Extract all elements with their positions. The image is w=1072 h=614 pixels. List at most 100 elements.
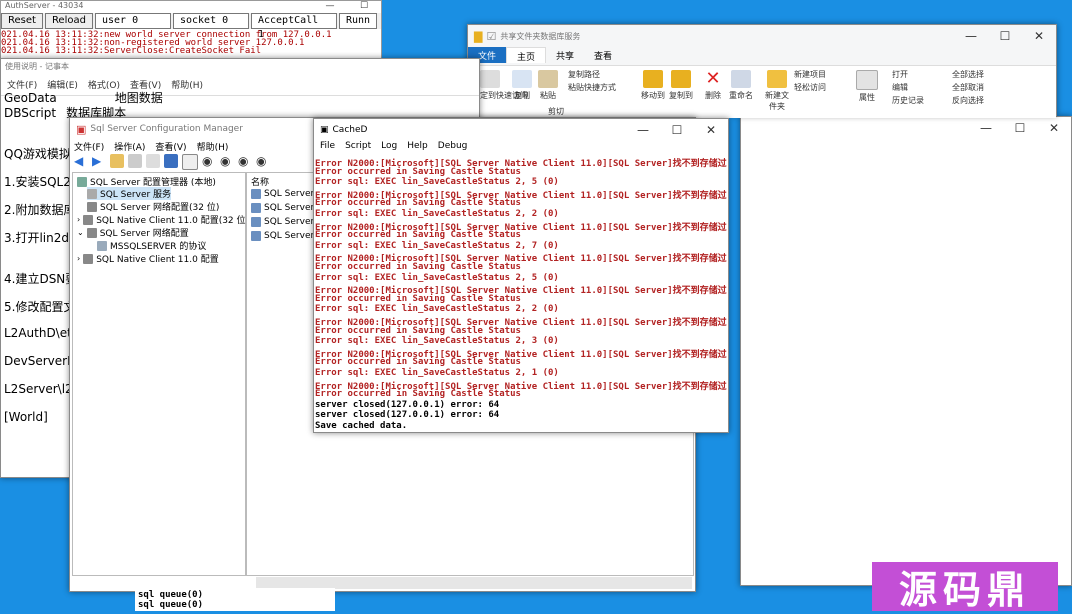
auth-log-line: 021.04.16 13:11:32:ServerClose:CreateSoc… <box>1 46 262 56</box>
tree-item-native-client-32[interactable]: › SQL Native Client 11.0 配置(32 位) <box>77 213 249 226</box>
pin-icon <box>480 70 500 88</box>
tree-item-network-config[interactable]: ⌄ SQL Server 网络配置 <box>77 226 189 239</box>
invert-selection-button[interactable]: 反向选择 <box>952 95 984 106</box>
run-status: Runn <box>338 13 378 29</box>
notepad-line: 2.附加数据库 <box>4 203 76 217</box>
easy-access-button[interactable]: 轻松访问 <box>794 82 826 93</box>
menu-help[interactable]: 帮助(H) <box>171 78 203 91</box>
help-icon[interactable] <box>164 154 178 168</box>
tree-item-native-client[interactable]: › SQL Native Client 11.0 配置 <box>77 252 219 265</box>
cached-window: ▣ CacheD — ☐ ✕ File Script Log Help Debu… <box>313 118 729 433</box>
log-line: Error sql: EXEC lin_SaveCastleStatus 2, … <box>315 272 559 283</box>
menu-help[interactable]: 帮助(H) <box>197 140 229 153</box>
new-folder-button[interactable]: 新建文件夹 <box>762 70 792 112</box>
tab-view[interactable]: 查看 <box>584 47 622 63</box>
menu-debug[interactable]: Debug <box>438 141 468 151</box>
console-line: sql queue(0) <box>138 590 204 600</box>
expand-icon[interactable]: › <box>77 215 80 224</box>
quick-access-icon[interactable]: ☑ <box>486 30 496 43</box>
auth-title: AuthServer - 43034 <box>5 1 84 10</box>
copy-button[interactable]: 复制 <box>510 70 534 101</box>
new-item-button[interactable]: 新建项目 <box>794 69 826 80</box>
services-icon <box>87 188 97 199</box>
log-line: Error sql: EXEC lin_SaveCastleStatus 2, … <box>315 368 559 378</box>
column-header-name[interactable]: 名称 <box>251 175 269 188</box>
bg-window-controls: — ☐ ✕ <box>969 117 1071 139</box>
close-icon[interactable]: ✕ <box>694 119 728 141</box>
history-button[interactable]: 历史记录 <box>892 95 924 106</box>
back-icon[interactable]: ◀ <box>74 154 88 168</box>
tree-item-sql-server-services[interactable]: SQL Server 服务 <box>87 187 172 200</box>
watermark-logo: 源码鼎 <box>872 562 1058 612</box>
log-line: server closed(127.0.0.1) error: 64 <box>315 410 500 421</box>
open-button[interactable]: 打开 <box>892 69 908 80</box>
network-icon <box>86 227 97 238</box>
menu-view[interactable]: 查看(V) <box>155 140 186 153</box>
export-icon[interactable] <box>146 154 160 168</box>
reload-button[interactable]: Reload <box>44 13 93 29</box>
notepad-title: 使用说明 - 记事本 <box>5 62 69 71</box>
close-icon[interactable]: ✕ <box>1037 117 1071 139</box>
service-icon <box>251 203 261 213</box>
chevron-down-icon[interactable]: ⌄ <box>77 228 84 237</box>
select-none-button[interactable]: 全部取消 <box>952 82 984 93</box>
minimize-icon[interactable]: — <box>969 117 1003 139</box>
sqlcm-title: Sql Server Configuration Manager <box>90 124 243 134</box>
rename-button[interactable]: 重命名 <box>726 70 756 101</box>
pause-service-icon[interactable]: ◉ <box>220 154 234 168</box>
paste-button[interactable]: 粘贴 <box>536 70 560 101</box>
edit-button[interactable]: 编辑 <box>892 82 908 93</box>
log-line: Error occurred in Saving Castle Status <box>315 230 521 241</box>
menu-log[interactable]: Log <box>381 141 397 151</box>
forward-icon[interactable]: ▶ <box>92 154 106 168</box>
maximize-icon[interactable]: ☐ <box>660 119 694 141</box>
menu-action[interactable]: 操作(A) <box>114 140 145 153</box>
paste-shortcut-button[interactable]: 粘贴快捷方式 <box>568 82 616 93</box>
maximize-icon[interactable]: ☐ <box>988 25 1022 47</box>
user-count: user 0 <box>94 13 171 29</box>
maximize-icon[interactable]: ☐ <box>347 1 381 11</box>
copy-to-icon <box>671 70 691 88</box>
properties-icon[interactable] <box>182 154 198 170</box>
log-line: Error sql: EXEC lin_SaveCastleStatus 2, … <box>315 336 559 347</box>
up-folder-icon[interactable] <box>110 154 124 168</box>
menu-help[interactable]: Help <box>407 141 428 151</box>
tree-item-network-config-32[interactable]: SQL Server 网络配置(32 位) <box>87 200 219 213</box>
menu-script[interactable]: Script <box>345 141 371 151</box>
client-icon <box>83 214 94 225</box>
minimize-icon[interactable]: — <box>313 1 347 11</box>
service-icon <box>251 189 261 199</box>
delete-button[interactable]: ✕ 删除 <box>702 70 724 101</box>
maximize-icon[interactable]: ☐ <box>1003 117 1037 139</box>
tree-item-mssqlserver-protocols[interactable]: MSSQLSERVER 的协议 <box>97 239 206 252</box>
new-folder-icon <box>767 70 787 88</box>
app-icon: ▣ <box>320 125 329 135</box>
copy-path-button[interactable]: 复制路径 <box>568 69 600 80</box>
service-icon <box>251 231 261 241</box>
stop-service-icon[interactable]: ◉ <box>238 154 252 168</box>
menu-file[interactable]: 文件(F) <box>74 140 104 153</box>
close-icon[interactable]: ✕ <box>1022 25 1056 47</box>
copy-to-button[interactable]: 复制到 <box>668 70 694 101</box>
start-service-icon[interactable]: ◉ <box>202 154 216 168</box>
minimize-icon[interactable]: — <box>954 25 988 47</box>
sqlcm-tree: SQL Server 配置管理器 (本地) SQL Server 服务 SQL … <box>72 172 249 576</box>
move-to-button[interactable]: 移动到 <box>640 70 666 101</box>
properties-icon <box>856 70 878 90</box>
tab-share[interactable]: 共享 <box>546 47 584 63</box>
show-tree-icon[interactable] <box>128 154 142 168</box>
accept-call: AcceptCall 1 <box>250 13 337 40</box>
log-line: server closed(127.0.0.1) error: 64 <box>315 399 500 410</box>
cached-log-area[interactable]: Error N2000:[Microsoft][SQL Server Nativ… <box>314 155 728 432</box>
select-all-button[interactable]: 全部选择 <box>952 69 984 80</box>
reset-button[interactable]: Reset <box>1 13 43 29</box>
menu-file[interactable]: File <box>320 141 335 151</box>
expand-icon[interactable]: › <box>77 254 80 263</box>
sqlcm-toolbar: ◀ ▶ ◉ ◉ ◉ ◉ <box>74 154 270 170</box>
folder-icon: ▇ <box>474 29 483 43</box>
tab-home[interactable]: 主页 <box>506 47 547 63</box>
minimize-icon[interactable]: — <box>626 119 660 141</box>
cut-button[interactable]: 剪切 <box>548 106 564 117</box>
properties-button[interactable]: 属性 <box>856 70 878 103</box>
restart-service-icon[interactable]: ◉ <box>256 154 270 168</box>
